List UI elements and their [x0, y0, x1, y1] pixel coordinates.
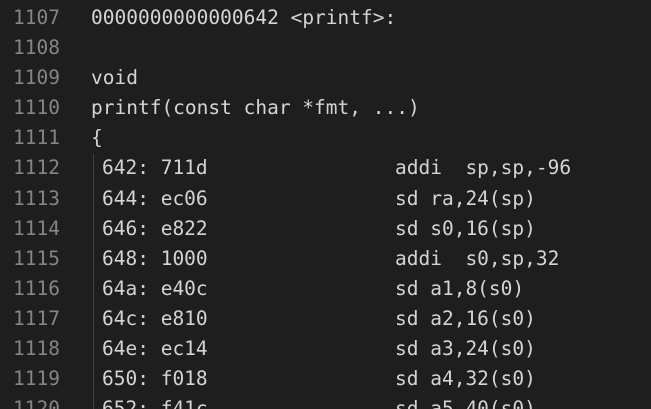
line-text: 0000000000000642 <printf>: [91, 6, 397, 29]
asm-instruction: sd a2,16(s0) [395, 306, 536, 330]
line-text: void [91, 66, 138, 90]
code-line: 1108 [0, 33, 651, 63]
line-number: 1114 [13, 216, 60, 240]
asm-address: 650: f018 [102, 367, 208, 391]
line-number: 1116 [13, 276, 60, 300]
asm-line: 1112 642: 711d addi sp,sp,-96 [0, 153, 651, 183]
asm-address: 648: 1000 [102, 246, 208, 270]
asm-line: 1120 652: f41c sd a5,40(s0) [0, 394, 651, 409]
line-number: 1109 [13, 66, 60, 90]
line-number: 1119 [13, 367, 60, 391]
code-line: 1110 printf(const char *fmt, ...) [0, 93, 651, 123]
line-number: 1120 [13, 397, 60, 409]
asm-line: 1115 648: 1000 addi s0,sp,32 [0, 244, 651, 274]
line-number: 1115 [13, 246, 60, 270]
asm-line: 1114 646: e822 sd s0,16(sp) [0, 214, 651, 244]
asm-address: 644: ec06 [102, 186, 208, 210]
line-number: 1118 [13, 337, 60, 361]
asm-instruction: addi sp,sp,-96 [395, 156, 572, 180]
asm-address: 642: 711d [102, 156, 208, 180]
asm-instruction: sd a1,8(s0) [395, 276, 525, 300]
asm-line: 1116 64a: e40c sd a1,8(s0) [0, 274, 651, 304]
asm-instruction: sd a5,40(s0) [395, 397, 536, 409]
line-number: 1111 [13, 126, 60, 150]
line-number: 1107 [13, 6, 60, 29]
code-line: 1111 { [0, 123, 651, 153]
code-editor[interactable]: 1107 0000000000000642 <printf>: 1108 110… [0, 0, 651, 409]
line-number: 1112 [13, 156, 60, 180]
asm-instruction: sd a4,32(s0) [395, 367, 536, 391]
asm-address: 646: e822 [102, 216, 208, 240]
line-number: 1108 [13, 36, 60, 60]
line-number: 1113 [13, 186, 60, 210]
line-number: 1117 [13, 306, 60, 330]
asm-address: 64e: ec14 [102, 337, 208, 361]
asm-line: 1118 64e: ec14 sd a3,24(s0) [0, 334, 651, 364]
code-line: 1107 0000000000000642 <printf>: [0, 3, 651, 33]
asm-line: 1113 644: ec06 sd ra,24(sp) [0, 184, 651, 214]
asm-instruction: sd a3,24(s0) [395, 337, 536, 361]
code-lines: 1107 0000000000000642 <printf>: 1108 110… [0, 3, 651, 409]
line-number: 1110 [13, 96, 60, 120]
asm-instruction: sd s0,16(sp) [395, 216, 536, 240]
line-text: printf(const char *fmt, ...) [91, 96, 420, 120]
asm-instruction: addi s0,sp,32 [395, 246, 560, 270]
asm-line: 1119 650: f018 sd a4,32(s0) [0, 364, 651, 394]
asm-instruction: sd ra,24(sp) [395, 186, 536, 210]
asm-address: 652: f41c [102, 397, 208, 409]
asm-address: 64a: e40c [102, 276, 208, 300]
asm-address: 64c: e810 [102, 306, 208, 330]
code-line: 1109 void [0, 63, 651, 93]
asm-line: 1117 64c: e810 sd a2,16(s0) [0, 304, 651, 334]
line-text: { [91, 126, 103, 150]
